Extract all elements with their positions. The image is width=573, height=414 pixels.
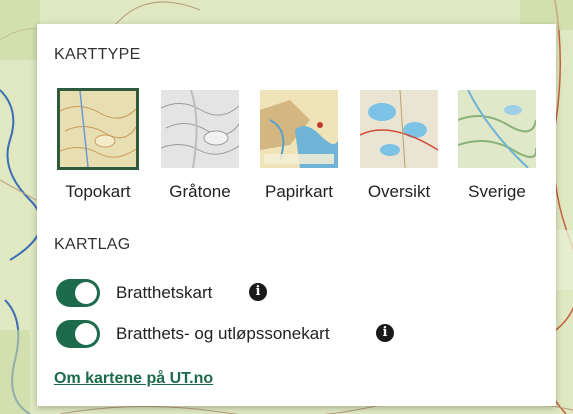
map-type-label: Gråtone [169, 182, 231, 201]
paper-map-thumbnail-icon[interactable] [258, 88, 340, 170]
topo-map-thumbnail-icon[interactable] [57, 88, 139, 170]
map-type-label: Oversikt [367, 182, 431, 201]
map-settings-panel: KARTTYPE Topokart Gråtone Papirkart Over… [37, 24, 556, 406]
map-type-papirkart[interactable]: Papirkart [258, 88, 340, 201]
grayscale-map-thumbnail-icon[interactable] [159, 88, 241, 170]
layer-row-utlopssonekart: Bratthets- og utløpssonekart i [56, 320, 416, 348]
map-layers-title: KARTLAG [54, 236, 131, 253]
map-type-title: KARTTYPE [54, 46, 141, 63]
map-type-label: Sverige [468, 182, 526, 201]
sweden-map-thumbnail-icon[interactable] [456, 88, 538, 170]
utlopssonekart-toggle[interactable] [56, 320, 100, 348]
layer-label: Bratthets- og utløpssonekart [116, 324, 330, 343]
map-type-sverige[interactable]: Sverige [456, 88, 538, 201]
map-type-topokart[interactable]: Topokart [57, 88, 139, 201]
layer-row-bratthetskart: Bratthetskart i [56, 279, 316, 307]
toggle-knob [75, 323, 97, 345]
map-type-label: Topokart [65, 182, 131, 201]
toggle-knob [75, 282, 97, 304]
overview-map-thumbnail-icon[interactable] [358, 88, 440, 170]
info-icon[interactable]: i [376, 324, 394, 342]
map-type-gratone[interactable]: Gråtone [159, 88, 241, 201]
info-icon[interactable]: i [249, 283, 267, 301]
map-type-label: Papirkart [264, 182, 334, 201]
layer-label: Bratthetskart [116, 283, 213, 302]
bratthetskart-toggle[interactable] [56, 279, 100, 307]
map-type-oversikt[interactable]: Oversikt [358, 88, 440, 201]
about-maps-link[interactable]: Om kartene på UT.no [54, 370, 213, 388]
